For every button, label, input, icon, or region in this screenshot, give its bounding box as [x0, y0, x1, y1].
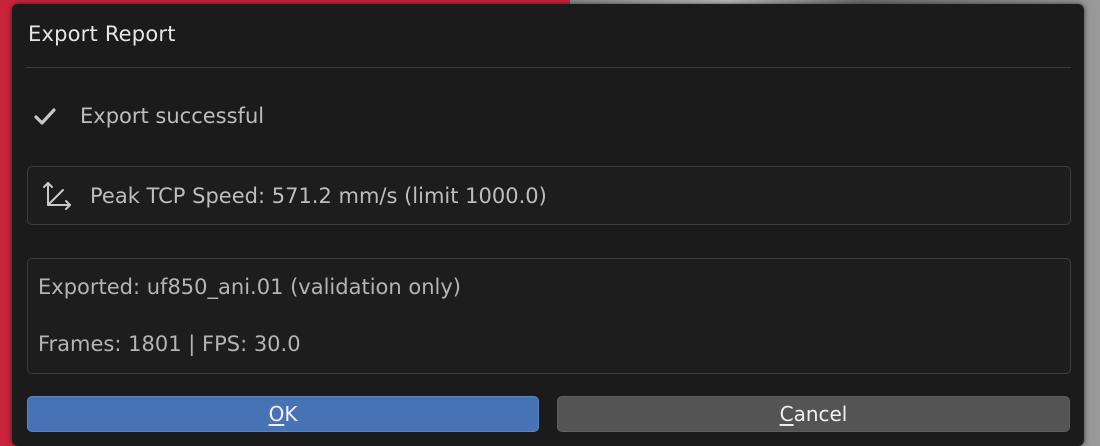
title-divider [26, 67, 1071, 68]
axes-icon [40, 179, 74, 213]
ok-button-mnemonic: O [268, 402, 285, 426]
ok-button[interactable]: OK [27, 396, 539, 432]
frames-fps-line: Frames: 1801 | FPS: 30.0 [38, 332, 301, 356]
peak-speed-text: Peak TCP Speed: 571.2 mm/s (limit 1000.0… [90, 183, 547, 208]
check-icon [32, 103, 58, 129]
exported-file-line: Exported: uf850_ani.01 (validation only) [38, 275, 461, 299]
export-report-dialog: Export Report Export successful Peak TCP… [12, 4, 1084, 446]
status-row: Export successful [32, 100, 264, 132]
cancel-button[interactable]: Cancel [557, 396, 1070, 432]
cancel-button-mnemonic: C [779, 402, 794, 426]
cancel-button-label: ancel [793, 402, 848, 426]
export-details-panel: Exported: uf850_ani.01 (validation only)… [27, 258, 1071, 374]
status-text: Export successful [80, 104, 265, 128]
ok-button-label: K [284, 402, 298, 426]
peak-speed-panel: Peak TCP Speed: 571.2 mm/s (limit 1000.0… [27, 166, 1071, 225]
dialog-title: Export Report [28, 22, 176, 46]
